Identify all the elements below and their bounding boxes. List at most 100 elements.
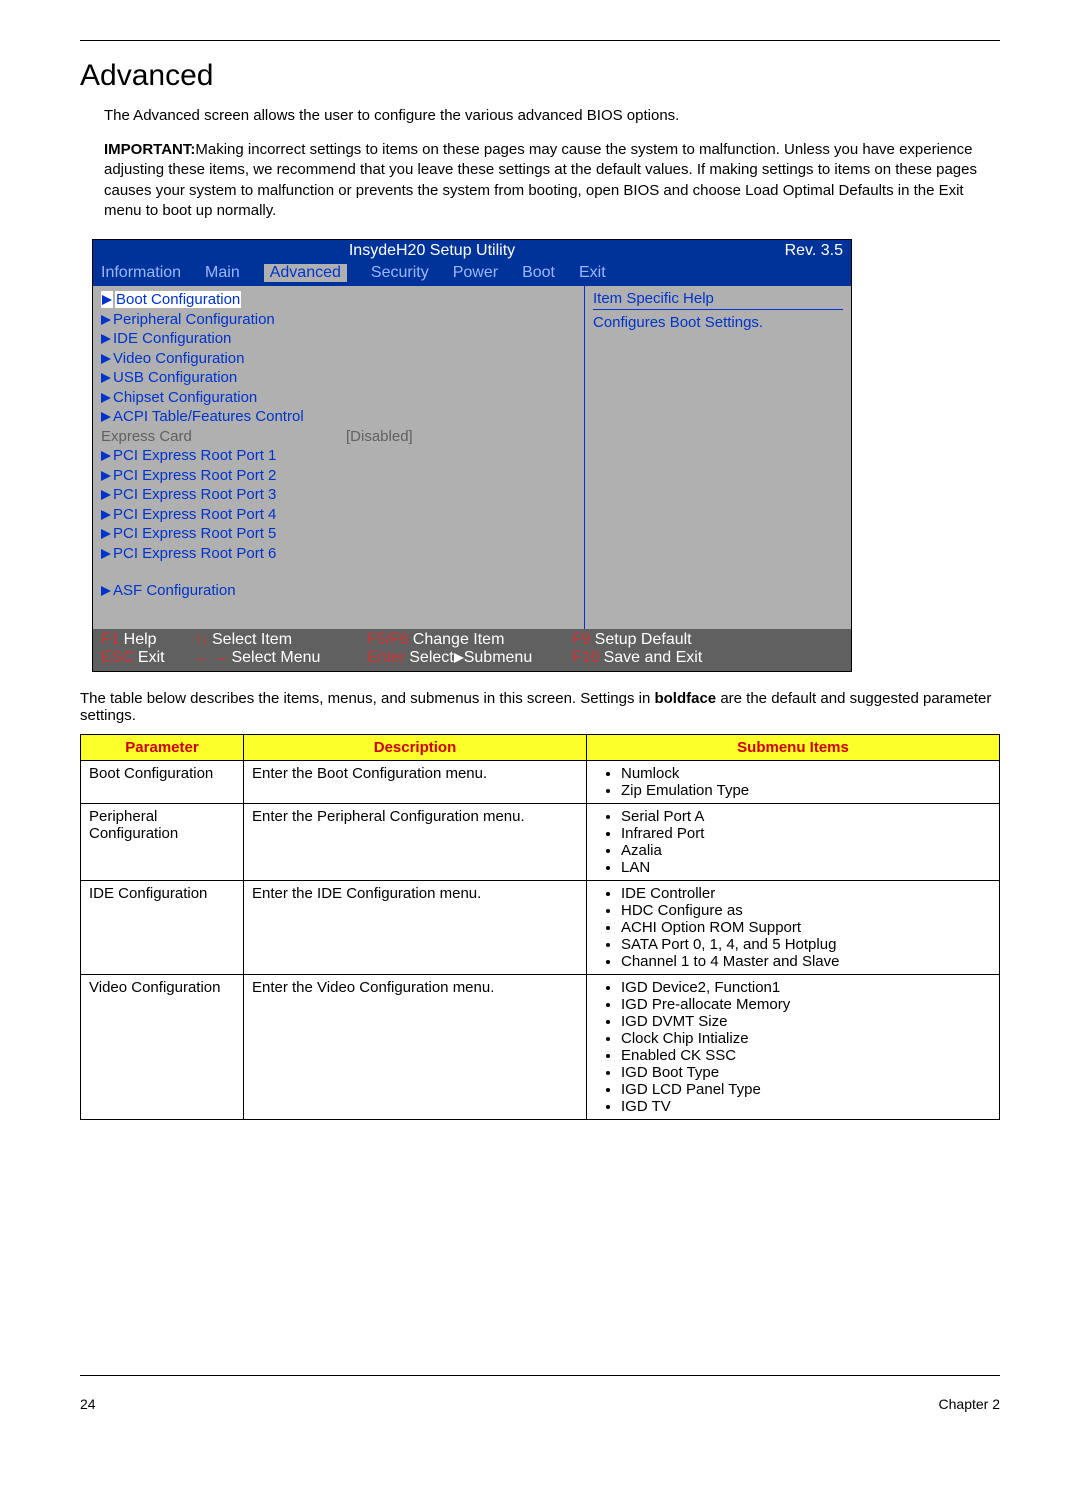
list-item: Azalia [621, 842, 991, 859]
triangle-icon [101, 389, 111, 406]
key-f10-label: Save and Exit [604, 649, 703, 667]
key-esc: ESC [101, 649, 134, 667]
menu-express-card[interactable]: Express Card [Disabled] [101, 427, 576, 447]
list-item: IGD TV [621, 1098, 991, 1115]
list-item: Numlock [621, 765, 991, 782]
menu-peripheral-configuration[interactable]: Peripheral Configuration [101, 310, 576, 330]
bios-rev: Rev. 3.5 [763, 242, 843, 260]
menu-usb-configuration[interactable]: USB Configuration [101, 368, 576, 388]
menu-label: IDE Configuration [113, 330, 231, 347]
cell-desc: Enter the IDE Configuration menu. [244, 880, 587, 974]
menu-label: PCI Express Root Port 1 [113, 447, 276, 464]
triangle-icon [101, 582, 111, 599]
triangle-icon [101, 291, 113, 308]
key-f5f6: F5/F6 [367, 631, 409, 649]
menu-ide-configuration[interactable]: IDE Configuration [101, 329, 576, 349]
cell-param: IDE Configuration [81, 880, 244, 974]
cell-sub: Serial Port A Infrared Port Azalia LAN [587, 803, 1000, 880]
list-item: Channel 1 to 4 Master and Slave [621, 953, 991, 970]
list-item: SATA Port 0, 1, 4, and 5 Hotplug [621, 936, 991, 953]
menu-label: PCI Express Root Port 4 [113, 506, 276, 523]
list-item: Zip Emulation Type [621, 782, 991, 799]
list-item: ACHI Option ROM Support [621, 919, 991, 936]
important-block: IMPORTANT:Making incorrect settings to i… [104, 140, 1000, 221]
key-f1: F1 [101, 631, 120, 649]
cell-param: Video Configuration [81, 974, 244, 1119]
tab-main[interactable]: Main [205, 264, 240, 282]
menu-acpi-table[interactable]: ACPI Table/Features Control [101, 407, 576, 427]
setting-label: Express Card [101, 427, 346, 447]
triangle-icon [101, 369, 111, 386]
help-header: Item Specific Help [593, 290, 843, 310]
section-title: Advanced [80, 59, 1000, 93]
key-enter-label-a: Select [409, 649, 453, 667]
key-leftright: ← → [194, 649, 227, 667]
cell-param: Boot Configuration [81, 760, 244, 803]
bios-footer: F1Help ↑↓Select Item F5/F6Change Item F9… [93, 629, 851, 671]
th-parameter: Parameter [81, 734, 244, 760]
table-intro-bold: boldface [654, 690, 716, 707]
page-number: 24 [80, 1396, 96, 1412]
tab-security[interactable]: Security [371, 264, 429, 282]
list-item: IGD Pre-allocate Memory [621, 996, 991, 1013]
list-item: LAN [621, 859, 991, 876]
intro-text: The Advanced screen allows the user to c… [104, 107, 1000, 124]
table-intro-a: The table below describes the items, men… [80, 690, 654, 707]
tab-information[interactable]: Information [101, 264, 181, 282]
triangle-icon [101, 447, 111, 464]
menu-asf-configuration[interactable]: ASF Configuration [101, 581, 576, 601]
menu-label: Boot Configuration [115, 291, 241, 308]
bios-titlebar: InsydeH20 Setup Utility Rev. 3.5 [93, 240, 851, 262]
triangle-icon [101, 311, 111, 328]
menu-boot-configuration[interactable]: Boot Configuration [101, 290, 576, 310]
th-description: Description [244, 734, 587, 760]
table-intro: The table below describes the items, men… [80, 690, 1000, 724]
cell-param: Peripheral Configuration [81, 803, 244, 880]
help-text: Configures Boot Settings. [593, 314, 843, 331]
triangle-icon [101, 467, 111, 484]
key-f9: F9 [572, 631, 591, 649]
list-item: IGD Boot Type [621, 1064, 991, 1081]
triangle-icon [101, 330, 111, 347]
bios-tabs: Information Main Advanced Security Power… [93, 262, 851, 286]
menu-pci-port-2[interactable]: PCI Express Root Port 2 [101, 466, 576, 486]
key-enter-label-b: Submenu [464, 649, 533, 667]
tab-advanced[interactable]: Advanced [264, 264, 347, 282]
important-text: Making incorrect settings to items on th… [104, 141, 977, 219]
cell-sub: IDE Controller HDC Configure as ACHI Opt… [587, 880, 1000, 974]
menu-video-configuration[interactable]: Video Configuration [101, 349, 576, 369]
triangle-icon [454, 649, 464, 667]
menu-pci-port-6[interactable]: PCI Express Root Port 6 [101, 544, 576, 564]
key-updown: ↑↓ [194, 631, 208, 649]
bios-menu: Boot Configuration Peripheral Configurat… [93, 286, 584, 629]
triangle-icon [101, 506, 111, 523]
page-footer: 24 Chapter 2 [80, 1375, 1000, 1412]
triangle-icon [101, 525, 111, 542]
tab-power[interactable]: Power [453, 264, 498, 282]
table-row: Boot Configuration Enter the Boot Config… [81, 760, 1000, 803]
table-row: Video Configuration Enter the Video Conf… [81, 974, 1000, 1119]
menu-label: PCI Express Root Port 5 [113, 525, 276, 542]
list-item: IGD Device2, Function1 [621, 979, 991, 996]
list-item: Enabled CK SSC [621, 1047, 991, 1064]
menu-pci-port-1[interactable]: PCI Express Root Port 1 [101, 446, 576, 466]
table-row: Peripheral Configuration Enter the Perip… [81, 803, 1000, 880]
key-f10: F10 [572, 649, 600, 667]
list-item: Serial Port A [621, 808, 991, 825]
cell-sub: IGD Device2, Function1 IGD Pre-allocate … [587, 974, 1000, 1119]
table-row: IDE Configuration Enter the IDE Configur… [81, 880, 1000, 974]
key-f1-label: Help [124, 631, 157, 649]
menu-label: USB Configuration [113, 369, 237, 386]
menu-pci-port-3[interactable]: PCI Express Root Port 3 [101, 485, 576, 505]
triangle-icon [101, 486, 111, 503]
tab-boot[interactable]: Boot [522, 264, 555, 282]
th-submenu: Submenu Items [587, 734, 1000, 760]
cell-desc: Enter the Video Configuration menu. [244, 974, 587, 1119]
menu-pci-port-5[interactable]: PCI Express Root Port 5 [101, 524, 576, 544]
tab-exit[interactable]: Exit [579, 264, 606, 282]
chapter-label: Chapter 2 [939, 1396, 1000, 1412]
triangle-icon [101, 408, 111, 425]
menu-chipset-configuration[interactable]: Chipset Configuration [101, 388, 576, 408]
menu-label: Video Configuration [113, 350, 244, 367]
menu-pci-port-4[interactable]: PCI Express Root Port 4 [101, 505, 576, 525]
